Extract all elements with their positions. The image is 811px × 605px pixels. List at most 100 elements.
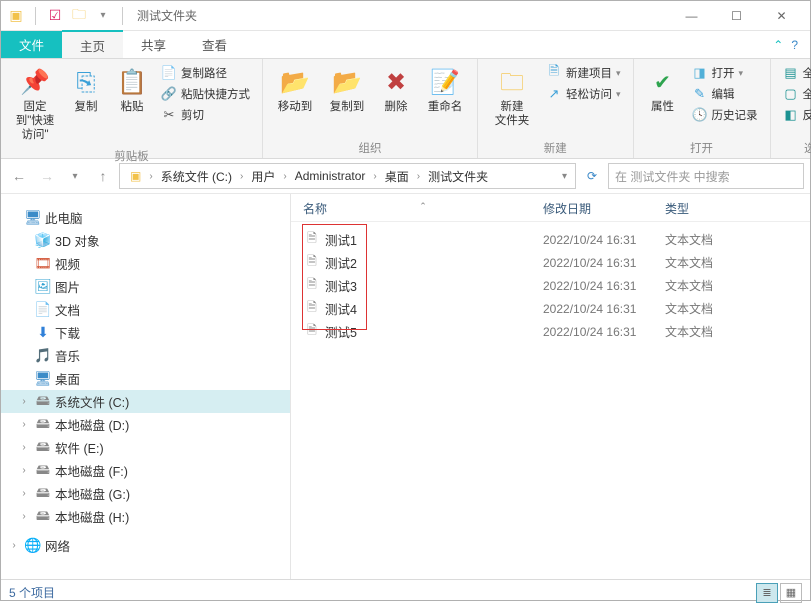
tree-item[interactable]: ›🖴本地磁盘 (D:) <box>1 413 290 436</box>
qat-dropdown-icon[interactable]: ▾ <box>94 7 112 25</box>
tree-item[interactable]: 📄文档 <box>1 298 290 321</box>
new-item-button[interactable]: 🗎新建项目 ▾ <box>542 63 625 83</box>
easy-access-button[interactable]: ↗轻松访问 ▾ <box>542 84 625 104</box>
address-dropdown-icon[interactable]: ▾ <box>562 171 567 182</box>
move-to-button[interactable]: 📂 移动到 <box>271 63 319 119</box>
chevron-right-icon[interactable]: › <box>415 171 422 182</box>
chevron-right-icon[interactable]: › <box>281 171 288 182</box>
pin-quick-access-button[interactable]: 📌 固定到"快速访问" <box>9 63 61 146</box>
tree-item[interactable]: 🎞视频 <box>1 252 290 275</box>
tab-view[interactable]: 查看 <box>184 31 245 58</box>
breadcrumb-item[interactable]: Administrator <box>289 167 372 185</box>
nav-forward-button[interactable]: → <box>35 164 59 188</box>
qat-separator <box>35 7 36 25</box>
edit-button[interactable]: ✎编辑 <box>688 84 762 104</box>
sort-asc-icon: ⌃ <box>419 201 427 212</box>
tree-twisty-icon[interactable]: › <box>17 396 31 407</box>
breadcrumb-item[interactable]: 桌面 <box>379 166 415 187</box>
tree-item[interactable]: 🧊3D 对象 <box>1 229 290 252</box>
tree-item[interactable]: ›🖴系统文件 (C:) <box>1 390 290 413</box>
file-row[interactable]: 🗎测试12022/10/24 16:31文本文档 <box>303 228 798 251</box>
nav-recent-dropdown[interactable]: ▾ <box>63 164 87 188</box>
breadcrumb[interactable]: ▣ › 系统文件 (C:)› 用户› Administrator› 桌面› 测试… <box>119 163 576 189</box>
tree-item[interactable]: ⬇下载 <box>1 321 290 344</box>
file-row[interactable]: 🗎测试52022/10/24 16:31文本文档 <box>303 320 798 343</box>
tree-label: 视频 <box>55 254 80 273</box>
chevron-right-icon[interactable]: › <box>371 171 378 182</box>
maximize-button[interactable]: ☐ <box>714 2 759 30</box>
select-all-button[interactable]: ▤全部选择 <box>779 63 811 83</box>
search-input[interactable]: 在 测试文件夹 中搜索 <box>608 163 804 189</box>
group-label-organize: 组织 <box>271 138 469 156</box>
new-folder-button[interactable]: 🗀 新建 文件夹 <box>486 63 538 133</box>
file-row[interactable]: 🗎测试42022/10/24 16:31文本文档 <box>303 297 798 320</box>
copy-path-button[interactable]: 📄复制路径 <box>157 63 254 83</box>
refresh-button[interactable]: ⟳ <box>580 164 604 188</box>
qat-check-icon[interactable]: ☑ <box>46 7 64 25</box>
tree-item[interactable]: 🖥此电脑 <box>1 206 290 229</box>
breadcrumb-item[interactable]: 用户 <box>245 166 281 187</box>
open-button[interactable]: ◨打开 ▾ <box>688 63 762 83</box>
help-icon[interactable]: ? <box>787 38 802 52</box>
tree-item[interactable]: ›🖴本地磁盘 (G:) <box>1 482 290 505</box>
tree-twisty-icon[interactable]: › <box>17 488 31 499</box>
status-bar: 5 个项目 ≣ ▦ <box>1 579 810 605</box>
paste-button[interactable]: 📋 粘贴 <box>111 63 153 119</box>
tree-twisty-icon[interactable]: › <box>7 540 21 551</box>
column-header-type[interactable]: 类型 <box>665 200 765 217</box>
file-row[interactable]: 🗎测试32022/10/24 16:31文本文档 <box>303 274 798 297</box>
tab-share[interactable]: 共享 <box>123 31 184 58</box>
history-button[interactable]: 🕓历史记录 <box>688 105 762 125</box>
tab-home[interactable]: 主页 <box>62 30 123 58</box>
file-date: 2022/10/24 16:31 <box>543 279 665 293</box>
nav-up-button[interactable]: ↑ <box>91 164 115 188</box>
invert-selection-button[interactable]: ◧反向选择 <box>779 105 811 125</box>
quick-access-toolbar: ▣ ☑ 🗀 ▾ <box>7 7 127 25</box>
tree-item[interactable]: ›🖴软件 (E:) <box>1 436 290 459</box>
tree-twisty-icon[interactable]: › <box>17 465 31 476</box>
tree-item[interactable]: ›🌐网络 <box>1 534 290 557</box>
tree-twisty-icon[interactable]: › <box>17 511 31 522</box>
nav-back-button[interactable]: ← <box>7 164 31 188</box>
tree-item[interactable]: ›🖴本地磁盘 (F:) <box>1 459 290 482</box>
rename-button[interactable]: 📝 重命名 <box>421 63 469 119</box>
file-date: 2022/10/24 16:31 <box>543 233 665 247</box>
copy-to-button[interactable]: 📂 复制到 <box>323 63 371 119</box>
chevron-right-icon[interactable]: › <box>147 171 154 182</box>
select-none-button[interactable]: ▢全部取消 <box>779 84 811 104</box>
tree-twisty-icon[interactable]: › <box>17 442 31 453</box>
navigation-pane[interactable]: 🖥此电脑🧊3D 对象🎞视频🖼图片📄文档⬇下载🎵音乐🖥桌面›🖴系统文件 (C:)›… <box>1 194 291 579</box>
column-header-date[interactable]: 修改日期 <box>543 200 665 217</box>
file-row[interactable]: 🗎测试22022/10/24 16:31文本文档 <box>303 251 798 274</box>
qat-folder-icon[interactable]: 🗀 <box>70 7 88 25</box>
breadcrumb-root-icon[interactable]: ▣ <box>124 167 147 185</box>
tree-item[interactable]: 🖥桌面 <box>1 367 290 390</box>
cut-button[interactable]: ✂剪切 <box>157 105 254 125</box>
breadcrumb-item[interactable]: 测试文件夹 <box>422 166 494 187</box>
tree-item[interactable]: 🎵音乐 <box>1 344 290 367</box>
tree-label: 此电脑 <box>45 208 83 227</box>
tree-node-icon: 🖴 <box>34 393 52 411</box>
app-folder-icon[interactable]: ▣ <box>7 7 25 25</box>
properties-button[interactable]: ✔ 属性 <box>642 63 684 119</box>
icons-view-button[interactable]: ▦ <box>780 583 802 603</box>
details-view-button[interactable]: ≣ <box>756 583 778 603</box>
copy-button[interactable]: ⎘ 复制 <box>65 63 107 119</box>
column-header-name[interactable]: ⌃名称 <box>303 200 543 217</box>
minimize-button[interactable]: — <box>669 2 714 30</box>
tree-label: 本地磁盘 (G:) <box>55 484 130 503</box>
delete-button[interactable]: ✖ 删除 <box>375 63 417 119</box>
chevron-right-icon[interactable]: › <box>238 171 245 182</box>
pin-icon: 📌 <box>19 67 51 99</box>
breadcrumb-item[interactable]: 系统文件 (C:) <box>155 166 238 187</box>
file-date: 2022/10/24 16:31 <box>543 302 665 316</box>
close-button[interactable]: ✕ <box>759 2 804 30</box>
tab-file[interactable]: 文件 <box>1 31 62 58</box>
tree-item[interactable]: 🖼图片 <box>1 275 290 298</box>
tree-twisty-icon[interactable]: › <box>17 419 31 430</box>
history-icon: 🕓 <box>692 107 708 123</box>
collapse-ribbon-icon[interactable]: ⌃ <box>769 38 787 52</box>
paste-shortcut-button[interactable]: 🔗粘贴快捷方式 <box>157 84 254 104</box>
file-date: 2022/10/24 16:31 <box>543 325 665 339</box>
tree-item[interactable]: ›🖴本地磁盘 (H:) <box>1 505 290 528</box>
